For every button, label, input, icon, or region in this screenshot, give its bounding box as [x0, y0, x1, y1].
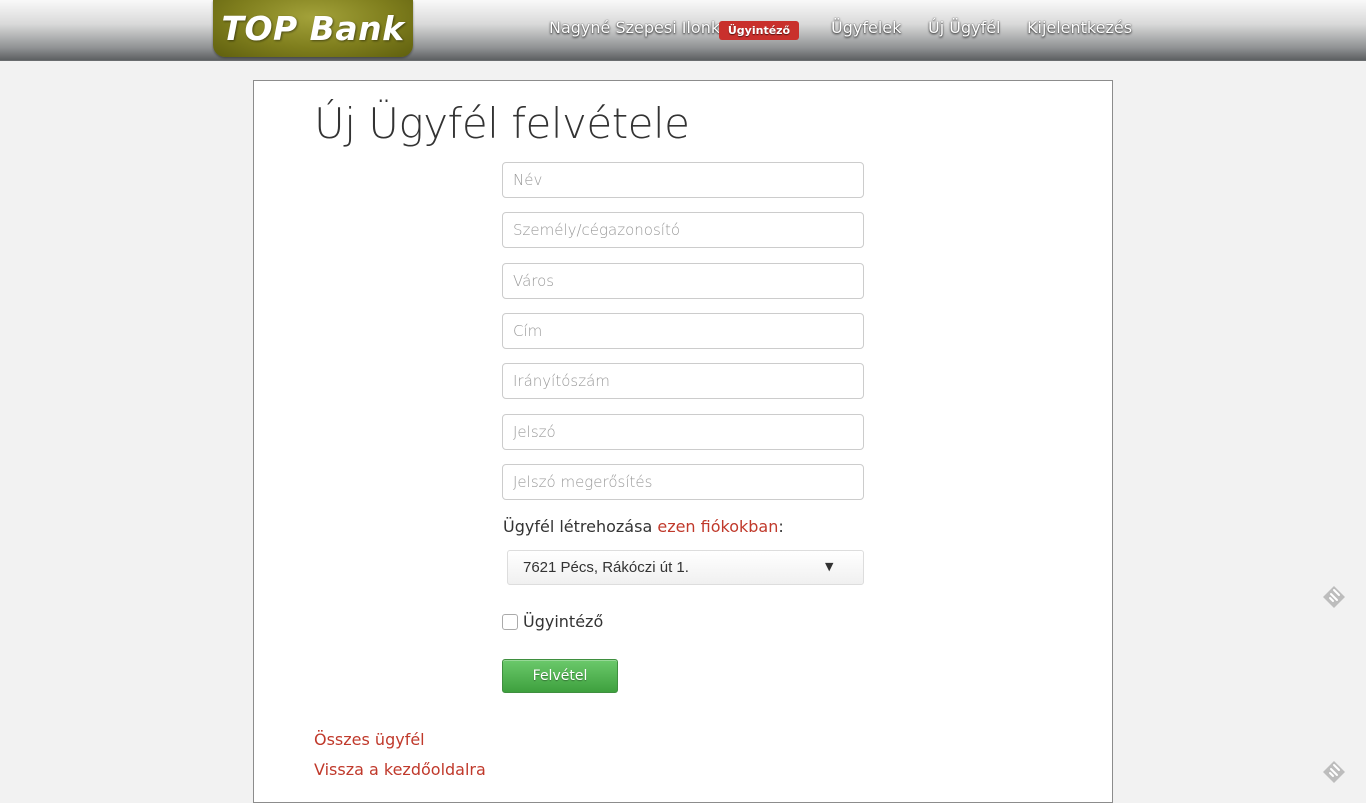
clerk-checkbox[interactable] [502, 614, 518, 630]
password-input[interactable] [502, 414, 864, 450]
nav-new-client-link[interactable]: Új Ügyfél [928, 18, 1001, 37]
branch-label: Ügyfél létrehozása ezen fiókokban: [503, 517, 784, 536]
brand-logo[interactable]: TOP Bank [213, 0, 413, 57]
submit-button[interactable]: Felvétel [502, 659, 618, 693]
top-navbar: TOP Bank Nagyné Szepesi Ilonka Ügyintéző… [0, 0, 1366, 61]
name-input[interactable] [502, 162, 864, 198]
current-user-name: Nagyné Szepesi Ilonka [549, 18, 730, 37]
branch-select-value: 7621 Pécs, Rákóczi út 1. [523, 559, 689, 576]
branch-select[interactable]: 7621 Pécs, Rákóczi út 1. ▼ [507, 550, 864, 585]
back-home-link[interactable]: Vissza a kezdőoldalra [314, 760, 486, 779]
branch-label-prefix: Ügyfél létrehozása [503, 517, 658, 536]
chevron-down-icon: ▼ [825, 560, 834, 573]
feedly-icon[interactable] [1322, 585, 1346, 609]
all-clients-link[interactable]: Összes ügyfél [314, 730, 425, 749]
city-input[interactable] [502, 263, 864, 299]
address-input[interactable] [502, 313, 864, 349]
feedly-icon[interactable] [1322, 760, 1346, 784]
branch-label-suffix: : [778, 517, 784, 536]
zip-input[interactable] [502, 363, 864, 399]
branch-link[interactable]: ezen fiókokban [657, 517, 778, 536]
id-number-input[interactable] [502, 212, 864, 248]
nav-logout-link[interactable]: Kijelentkezés [1027, 18, 1132, 37]
clerk-checkbox-label[interactable]: Ügyintéző [523, 612, 603, 631]
page-title: Új Ügyfél felvétele [314, 99, 690, 148]
role-badge: Ügyintéző [719, 21, 799, 40]
password-confirm-input[interactable] [502, 464, 864, 500]
brand-text: TOP Bank [221, 9, 405, 48]
nav-clients-link[interactable]: Ügyfelek [831, 18, 901, 37]
